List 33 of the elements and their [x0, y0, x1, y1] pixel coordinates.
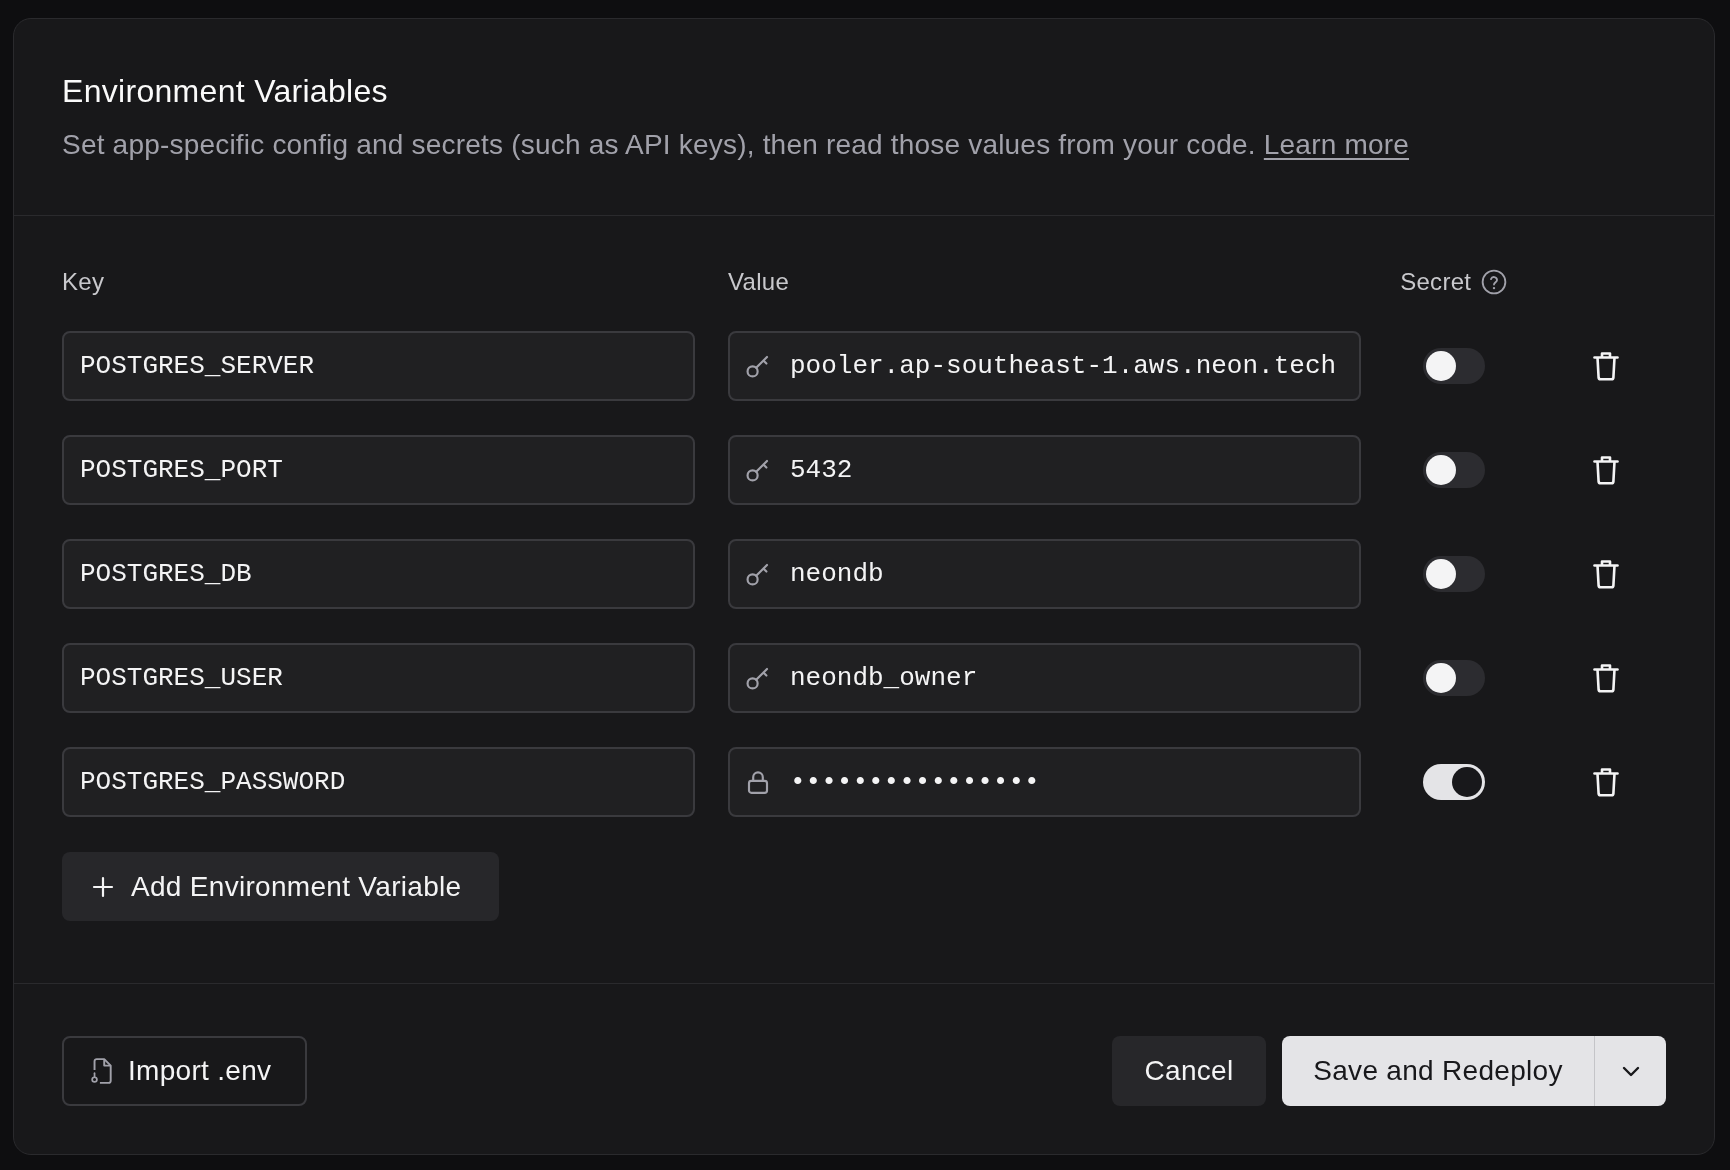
import-env-button[interactable]: Import .env [62, 1036, 307, 1106]
value-field[interactable]: neondb_owner [728, 643, 1361, 713]
help-icon [1481, 269, 1508, 295]
trash-icon [1593, 663, 1620, 693]
key-field[interactable]: POSTGRES_SERVER [62, 331, 695, 401]
value-field[interactable]: •••••••••••••••• [728, 747, 1361, 817]
plus-icon [91, 874, 115, 899]
trash-icon [1593, 455, 1620, 485]
dialog-title: Environment Variables [62, 73, 389, 109]
secret-toggle[interactable] [1422, 556, 1485, 592]
secret-toggle[interactable] [1422, 348, 1485, 384]
add-variable-button[interactable]: Add Environment Variable [62, 852, 499, 921]
trash-icon [1593, 559, 1620, 589]
secret-toggle[interactable] [1422, 660, 1485, 696]
key-field[interactable]: POSTGRES_USER [62, 643, 695, 713]
secret-toggle[interactable] [1422, 764, 1485, 800]
cancel-button[interactable]: Cancel [1112, 1036, 1266, 1106]
save-and-redeploy-button[interactable]: Save and Redeploy [1282, 1036, 1594, 1106]
value-field[interactable]: neondb [728, 539, 1361, 609]
column-header: Secret [1400, 267, 1472, 297]
key-field[interactable]: POSTGRES_PASSWORD [62, 747, 695, 817]
trash-icon [1593, 767, 1620, 797]
description-text: Set app-specific config and secrets (such as API keys), then read those values from your code. [62, 129, 1256, 160]
value-field[interactable]: pooler.ap-southeast-1.aws.neon.tech [728, 331, 1361, 401]
column-header: Value [728, 267, 791, 297]
key-field[interactable]: POSTGRES_DB [62, 539, 695, 609]
file-icon [88, 1057, 114, 1085]
secret-toggle[interactable] [1422, 452, 1485, 488]
column-header: Key [62, 267, 106, 297]
learn-more-link[interactable]: Learn more [1263, 129, 1409, 160]
trash-icon [1593, 351, 1620, 381]
value-field[interactable]: 5432 [728, 435, 1361, 505]
key-field[interactable]: POSTGRES_PORT [62, 435, 695, 505]
